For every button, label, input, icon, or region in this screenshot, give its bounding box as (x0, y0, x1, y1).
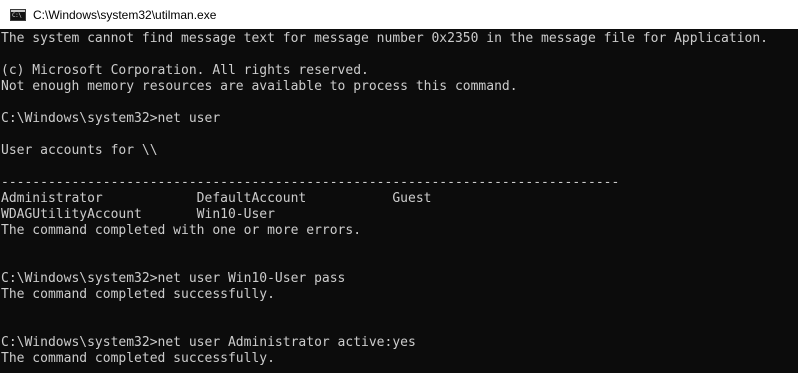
console-line: (c) Microsoft Corporation. All rights re… (1, 63, 369, 78)
console-line: The system cannot find message text for … (1, 31, 769, 46)
console-output[interactable]: The system cannot find message text for … (0, 29, 798, 373)
console-line: C:\Windows\system32>net user Administrat… (1, 335, 416, 350)
console-line: C:\Windows\system32>net user Win10-User … (1, 271, 346, 286)
console-line: ----------------------------------------… (1, 175, 620, 190)
title-bar[interactable]: C:\Windows\system32\utilman.exe (0, 0, 798, 29)
console-line: The command completed with one or more e… (1, 223, 362, 238)
console-line: User accounts for \\ (1, 143, 158, 158)
console-window: C:\Windows\system32\utilman.exe The syst… (0, 0, 798, 373)
console-line: C:\Windows\system32>net user (1, 111, 221, 126)
console-line: The command completed successfully. (1, 287, 275, 302)
console-icon (10, 8, 26, 21)
console-line: WDAGUtilityAccount Win10-User (1, 207, 275, 222)
console-line: Not enough memory resources are availabl… (1, 79, 518, 94)
console-line: Administrator DefaultAccount Guest (1, 191, 432, 206)
window-title: C:\Windows\system32\utilman.exe (33, 7, 217, 22)
console-line: The command completed successfully. (1, 351, 275, 366)
